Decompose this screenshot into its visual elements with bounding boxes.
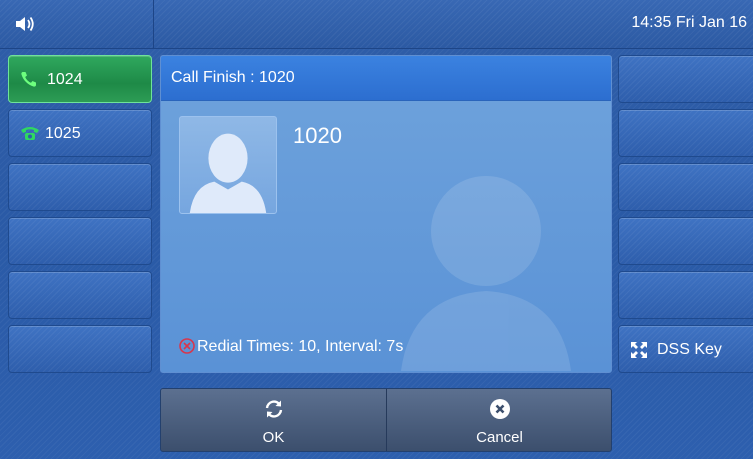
error-x-icon — [179, 338, 195, 354]
background-silhouette-icon — [401, 176, 571, 371]
line-key-5[interactable] — [8, 271, 152, 319]
line-key-1[interactable]: 1024 — [8, 55, 152, 103]
panel-title-bar: Call Finish : 1020 — [161, 56, 611, 101]
dss-key-button[interactable]: DSS Key — [618, 325, 753, 373]
contact-avatar — [179, 116, 277, 214]
dss-key-2[interactable] — [618, 109, 753, 157]
phone-handset-icon — [21, 72, 36, 87]
old-phone-icon — [21, 127, 39, 140]
line-key-label: 1024 — [47, 71, 83, 88]
redial-status: Redial Times: 10, Interval: 7s — [179, 338, 403, 356]
line-key-label: 1025 — [45, 125, 81, 142]
contact-number: 1020 — [293, 123, 342, 148]
refresh-icon — [265, 400, 282, 418]
date-time: 14:35 Fri Jan 16 — [631, 14, 747, 31]
line-key-6[interactable] — [8, 325, 152, 373]
expand-arrows-icon — [631, 342, 647, 358]
dss-key-label: DSS Key — [657, 341, 722, 358]
cancel-x-icon — [489, 399, 510, 419]
dss-key-4[interactable] — [618, 217, 753, 265]
line-key-4[interactable] — [8, 217, 152, 265]
ok-label: OK — [262, 429, 285, 446]
speaker-icon[interactable] — [14, 14, 36, 34]
status-bar: 14:35 Fri Jan 16 — [0, 0, 753, 49]
contact-silhouette-icon — [189, 133, 267, 213]
redial-status-text: Redial Times: 10, Interval: 7s — [197, 338, 404, 355]
line-key-3[interactable] — [8, 163, 152, 211]
dss-key-1[interactable] — [618, 55, 753, 103]
cancel-label: Cancel — [476, 429, 523, 446]
dss-key-5[interactable] — [618, 271, 753, 319]
call-status-title: Call Finish : 1020 — [171, 69, 295, 86]
dss-key-3[interactable] — [618, 163, 753, 211]
status-bar-divider — [153, 0, 154, 48]
cancel-button[interactable]: Cancel — [387, 389, 611, 451]
call-info-panel: Call Finish : 1020 1020 Redial Times: 10… — [160, 55, 612, 373]
softkey-bar: OK Cancel — [160, 388, 612, 452]
ok-button[interactable]: OK — [161, 389, 386, 451]
line-key-2[interactable]: 1025 — [8, 109, 152, 157]
